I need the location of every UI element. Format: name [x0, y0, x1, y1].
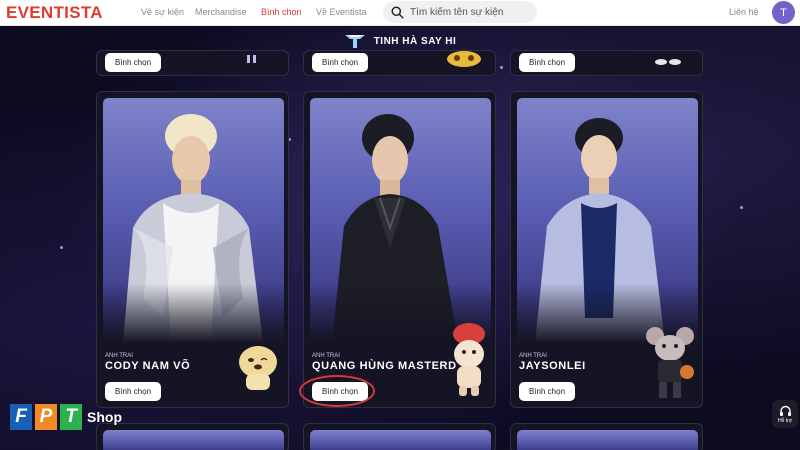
section-title: TINH HÀ SAY HI — [0, 33, 800, 49]
contact-link[interactable]: Liên hệ — [729, 7, 759, 17]
search-icon — [391, 5, 404, 19]
mascot-icon — [447, 51, 481, 67]
mascot-icon — [247, 55, 256, 63]
fpt-shop-label: Shop — [87, 409, 122, 425]
nav-link-merchandise[interactable]: Merchandise — [195, 7, 247, 17]
eventista-logo[interactable]: EVENTISTA — [6, 3, 103, 23]
mascot-icon — [655, 59, 681, 65]
fpt-letter: T — [60, 404, 82, 430]
artist-photo — [310, 430, 491, 450]
support-button[interactable]: Hỗ trợ — [772, 400, 798, 428]
mascot-dog-icon — [239, 346, 277, 390]
highlight-circle — [299, 375, 375, 407]
tinh-ha-logo-icon — [344, 35, 365, 48]
section-title-text: TINH HÀ SAY HI — [373, 35, 457, 47]
sparkle — [500, 66, 503, 69]
artist-card-bottom — [303, 423, 496, 450]
sparkle — [60, 246, 63, 249]
mascot-crab-icon — [453, 323, 485, 396]
artist-photo — [103, 98, 284, 343]
artist-card: ANH TRAI JAYSONLEI Bình chọn — [510, 91, 703, 408]
vote-button[interactable]: Bình chọn — [105, 53, 162, 72]
vote-button[interactable]: Bình chọn — [519, 382, 576, 401]
vote-button[interactable]: Bình chọn — [105, 382, 162, 401]
artist-name: CODY NAM VÕ — [105, 360, 191, 372]
artist-card: ANH TRAI QUANG HÙNG MASTERD Bình chọn — [303, 91, 496, 408]
nav-link-about-eventista[interactable]: Về Eventista — [316, 7, 367, 17]
nav-link-about-event[interactable]: Về sự kiện — [141, 7, 184, 17]
artist-name: QUANG HÙNG MASTERD — [312, 360, 457, 372]
photo-fade — [103, 283, 284, 343]
artist-kicker: ANH TRAI — [519, 353, 547, 359]
artist-kicker: ANH TRAI — [312, 353, 340, 359]
artist-photo — [310, 98, 491, 343]
artist-card-bottom — [510, 423, 703, 450]
fpt-letter: P — [35, 404, 57, 430]
artist-kicker: ANH TRAI — [105, 353, 133, 359]
artist-name: JAYSONLEI — [519, 360, 586, 372]
fpt-letter: F — [10, 404, 32, 430]
artist-card-top: Bình chọn — [96, 50, 289, 76]
artist-card: ANH TRAI CODY NAM VÕ Bình chọn — [96, 91, 289, 408]
artist-card-top: Bình chọn — [303, 50, 496, 76]
artist-card-top: Bình chọn — [510, 50, 703, 76]
artist-photo — [517, 98, 698, 343]
sparkle — [740, 206, 743, 209]
fpt-shop-watermark: F P T Shop — [10, 404, 122, 430]
nav-link-vote[interactable]: Bình chọn — [261, 7, 302, 17]
search-placeholder: Tìm kiếm tên sự kiện — [410, 6, 504, 18]
headset-icon — [779, 405, 791, 416]
artist-photo — [517, 430, 698, 450]
top-navigation: EVENTISTA Về sự kiện Merchandise Bình ch… — [0, 0, 800, 26]
artist-card-bottom — [96, 423, 289, 450]
search-input[interactable]: Tìm kiếm tên sự kiện — [383, 1, 537, 23]
avatar[interactable]: T — [772, 1, 795, 24]
vote-button[interactable]: Bình chọn — [312, 53, 369, 72]
vote-button[interactable]: Bình chọn — [519, 53, 576, 72]
artist-photo — [103, 430, 284, 450]
support-label: Hỗ trợ — [777, 417, 793, 424]
mascot-mouse-icon — [646, 327, 694, 398]
